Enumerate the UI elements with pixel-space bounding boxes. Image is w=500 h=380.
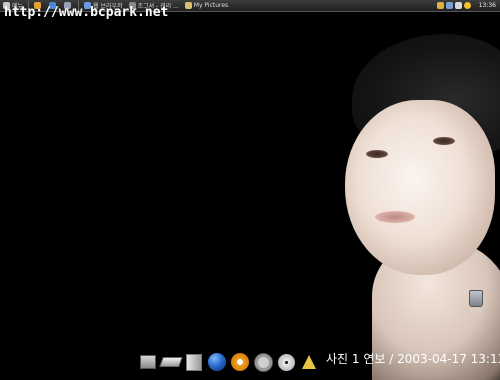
dock-item-film[interactable] bbox=[253, 352, 273, 372]
dock-item-cd[interactable] bbox=[276, 352, 296, 372]
wallpaper-eye-left bbox=[366, 150, 388, 158]
star-icon bbox=[302, 355, 316, 369]
task-label: My Pictures bbox=[193, 2, 229, 9]
wallpaper-eye-right bbox=[433, 137, 455, 145]
network-icon[interactable] bbox=[445, 2, 453, 9]
clock[interactable]: 13:36 bbox=[476, 0, 500, 11]
desktop-icon-label: 휴지통 bbox=[470, 308, 482, 313]
dock-item-package[interactable] bbox=[184, 352, 204, 372]
film-reel-icon bbox=[253, 352, 273, 372]
orange-icon bbox=[231, 353, 249, 371]
dock-item-globe[interactable] bbox=[207, 352, 227, 372]
package-icon bbox=[186, 353, 202, 371]
dock-item-star[interactable] bbox=[299, 352, 319, 372]
desktop-icon-trash[interactable]: 휴지통 bbox=[458, 290, 494, 314]
task-button-pictures[interactable]: My Pictures bbox=[182, 0, 231, 11]
folder-icon bbox=[184, 2, 192, 9]
tray bbox=[434, 0, 476, 11]
dock-caption: 사진 1 연보 / 2003-04-17 13:13:34 bbox=[326, 352, 500, 366]
cd-icon bbox=[277, 353, 295, 371]
globe-icon bbox=[208, 353, 226, 371]
user-icon[interactable] bbox=[463, 2, 471, 9]
wallpaper-face bbox=[345, 100, 495, 275]
volume-icon[interactable] bbox=[454, 2, 462, 9]
dock-item-computer[interactable] bbox=[138, 352, 158, 372]
wallpaper-url-text: http://www.bcpark.net bbox=[4, 5, 169, 20]
desktop-wallpaper bbox=[0, 0, 500, 380]
dock-item-orange[interactable] bbox=[230, 352, 250, 372]
drive-icon bbox=[159, 357, 183, 367]
trash-icon bbox=[469, 290, 483, 307]
notification-icon[interactable] bbox=[436, 2, 444, 9]
dock-item-drive[interactable] bbox=[159, 352, 183, 372]
wallpaper-lips bbox=[375, 211, 415, 223]
computer-icon bbox=[140, 355, 156, 369]
dock: 사진 1 연보 / 2003-04-17 13:13:34 bbox=[138, 348, 500, 372]
